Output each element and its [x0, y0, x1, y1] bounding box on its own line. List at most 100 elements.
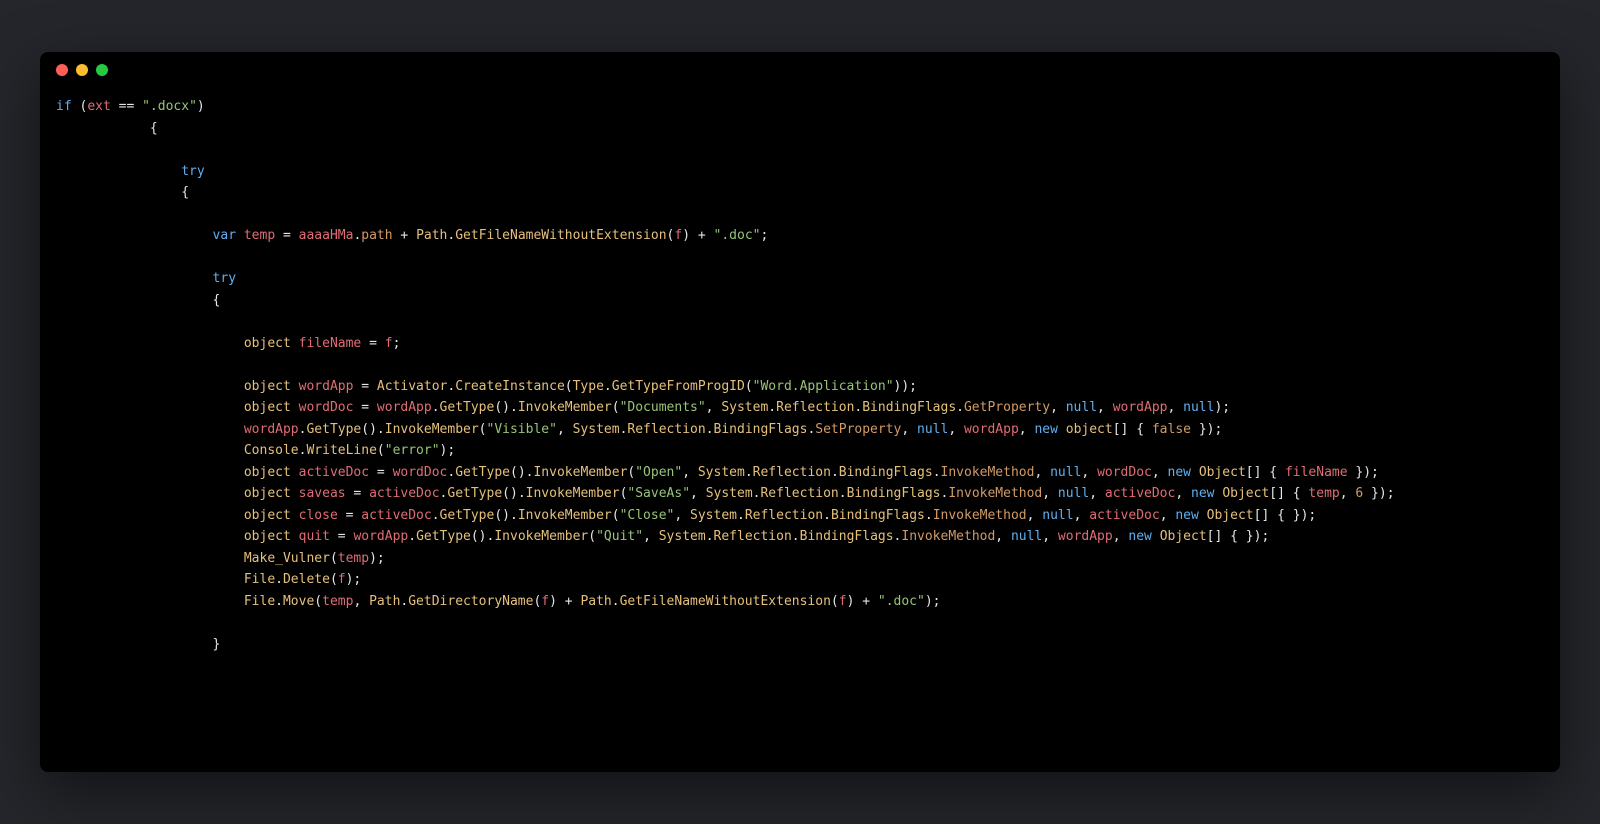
ident-activeDoc: activeDoc	[361, 508, 431, 523]
type-console: Console	[244, 443, 299, 458]
ident-temp: temp	[322, 594, 353, 609]
type-Object: Object	[1199, 465, 1246, 480]
type-object: object	[244, 400, 291, 415]
minimize-icon[interactable]	[76, 64, 88, 76]
string-visible: "Visible"	[487, 422, 557, 437]
string-wordapp: "Word.Application"	[753, 379, 894, 394]
ident-f: f	[338, 572, 346, 587]
enum-invokemethod: InvokeMethod	[901, 529, 995, 544]
ident-wordApp: wordApp	[964, 422, 1019, 437]
type-file: File	[244, 594, 275, 609]
string-error: "error"	[385, 443, 440, 458]
type-object: object	[1066, 422, 1113, 437]
ident-path: path	[361, 228, 392, 243]
fn-gettypefromprogid: GetTypeFromProgID	[612, 379, 745, 394]
type-object: object	[244, 508, 291, 523]
type-bindingflags: BindingFlags	[839, 465, 933, 480]
fn-writeline: WriteLine	[306, 443, 376, 458]
ns-reflection: Reflection	[714, 529, 792, 544]
type-Object: Object	[1222, 486, 1269, 501]
type-path: Path	[580, 594, 611, 609]
fn-makevulner: Make_Vulner	[244, 551, 330, 566]
ident-wordDoc: wordDoc	[299, 400, 354, 415]
ident-f: f	[674, 228, 682, 243]
type-bindingflags: BindingFlags	[714, 422, 808, 437]
ident-wordDoc: wordDoc	[393, 465, 448, 480]
enum-getproperty: GetProperty	[964, 400, 1050, 415]
zoom-icon[interactable]	[96, 64, 108, 76]
ident-wordApp: wordApp	[244, 422, 299, 437]
null-literal: null	[1042, 508, 1073, 523]
null-literal: null	[1066, 400, 1097, 415]
keyword-if: if	[56, 99, 72, 114]
code-editor-content: if (ext == ".docx") { try { var temp = a…	[40, 88, 1560, 671]
close-icon[interactable]	[56, 64, 68, 76]
ident-activeDoc: activeDoc	[1105, 486, 1175, 501]
enum-invokemethod: InvokeMethod	[933, 508, 1027, 523]
enum-invokemethod: InvokeMethod	[941, 465, 1035, 480]
fn-invokemember: InvokeMember	[494, 529, 588, 544]
ns-reflection: Reflection	[776, 400, 854, 415]
ident-wordApp: wordApp	[353, 529, 408, 544]
fn-gettype: GetType	[416, 529, 471, 544]
type-bindingflags: BindingFlags	[831, 508, 925, 523]
ident-f: f	[839, 594, 847, 609]
type-object: object	[244, 336, 291, 351]
ns-system: System	[690, 508, 737, 523]
ns-system: System	[698, 465, 745, 480]
ident-wordDoc: wordDoc	[1097, 465, 1152, 480]
ns-system: System	[721, 400, 768, 415]
fn-move: Move	[283, 594, 314, 609]
null-literal: null	[1183, 400, 1214, 415]
keyword-var: var	[213, 228, 236, 243]
ns-reflection: Reflection	[745, 508, 823, 523]
keyword-try: try	[213, 271, 236, 286]
fn-invokemember: InvokeMember	[385, 422, 479, 437]
type-bindingflags: BindingFlags	[862, 400, 956, 415]
keyword-new: new	[1175, 508, 1198, 523]
string-doc: ".doc"	[714, 228, 761, 243]
fn-createinstance: CreateInstance	[455, 379, 565, 394]
type-file: File	[244, 572, 275, 587]
ident-activeDoc: activeDoc	[299, 465, 369, 480]
ident-wordApp: wordApp	[1113, 400, 1168, 415]
null-literal: null	[1050, 465, 1081, 480]
ident-activeDoc: activeDoc	[369, 486, 439, 501]
ident-temp: temp	[338, 551, 369, 566]
type-bindingflags: BindingFlags	[800, 529, 894, 544]
fn-gettype: GetType	[306, 422, 361, 437]
keyword-new: new	[1128, 529, 1151, 544]
fn-invokemember: InvokeMember	[518, 508, 612, 523]
fn-gettype: GetType	[440, 508, 495, 523]
fn-gettype: GetType	[440, 400, 495, 415]
ident-temp: temp	[1308, 486, 1339, 501]
bool-false: false	[1152, 422, 1191, 437]
ident-fileName: fileName	[1285, 465, 1348, 480]
string-documents: "Documents"	[620, 400, 706, 415]
keyword-new: new	[1168, 465, 1191, 480]
null-literal: null	[1011, 529, 1042, 544]
ident-ext: ext	[87, 99, 110, 114]
ident-f: f	[541, 594, 549, 609]
ident-f: f	[385, 336, 393, 351]
keyword-new: new	[1034, 422, 1057, 437]
fn-delete: Delete	[283, 572, 330, 587]
ident-saveas: saveas	[299, 486, 346, 501]
enum-setproperty: SetProperty	[815, 422, 901, 437]
type-bindingflags: BindingFlags	[847, 486, 941, 501]
ident-wordApp: wordApp	[299, 379, 354, 394]
ns-reflection: Reflection	[760, 486, 838, 501]
string-close: "Close"	[620, 508, 675, 523]
ident-fileName: fileName	[299, 336, 362, 351]
type-object: object	[244, 529, 291, 544]
string-open: "Open"	[635, 465, 682, 480]
ident-aaaaHMa: aaaaHMa	[299, 228, 354, 243]
type-Object: Object	[1160, 529, 1207, 544]
null-literal: null	[917, 422, 948, 437]
fn-gettype: GetType	[455, 465, 510, 480]
type-path: Path	[416, 228, 447, 243]
ident-close: close	[299, 508, 338, 523]
null-literal: null	[1058, 486, 1089, 501]
ns-system: System	[659, 529, 706, 544]
string-doc: ".doc"	[878, 594, 925, 609]
